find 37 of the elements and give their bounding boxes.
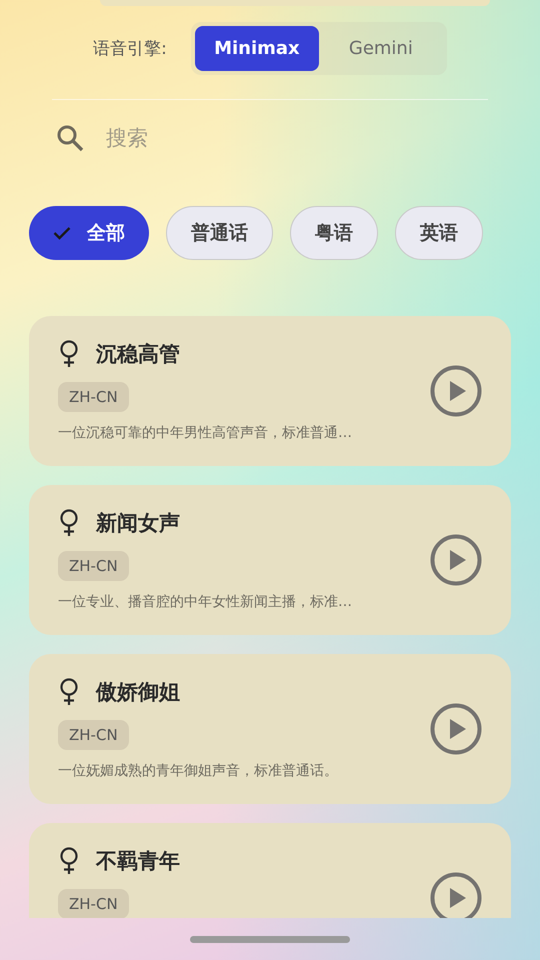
- engine-label: 语音引擎:: [93, 38, 167, 60]
- filter-chip[interactable]: 普通话: [166, 206, 273, 260]
- voice-name: 不羁青年: [96, 848, 180, 875]
- play-button[interactable]: [429, 533, 483, 587]
- filter-chip[interactable]: 全部: [29, 206, 149, 260]
- language-tag: ZH-CN: [58, 720, 129, 750]
- voice-card[interactable]: 新闻女声 ZH-CN 一位专业、播音腔的中年女性新闻主播，标准…: [29, 485, 511, 635]
- play-button[interactable]: [429, 871, 483, 918]
- voice-name: 傲娇御姐: [96, 679, 180, 706]
- play-icon: [429, 364, 483, 418]
- voice-description: 一位专业、播音腔的中年女性新闻主播，标准…: [58, 593, 352, 611]
- voice-card[interactable]: 傲娇御姐 ZH-CN 一位妩媚成熟的青年御姐声音，标准普通话。: [29, 654, 511, 804]
- voice-description: 一位妩媚成熟的青年御姐声音，标准普通话。: [58, 762, 338, 780]
- voice-name: 沉稳高管: [96, 341, 180, 368]
- engine-option[interactable]: Minimax: [194, 26, 319, 71]
- female-icon: [58, 509, 80, 537]
- language-tag: ZH-CN: [58, 551, 129, 581]
- search-field[interactable]: 搜索: [104, 125, 408, 151]
- engine-option[interactable]: Gemini: [318, 26, 443, 71]
- language-tag: ZH-CN: [58, 889, 129, 918]
- voice-card[interactable]: 沉稳高管 ZH-CN 一位沉稳可靠的中年男性高管声音，标准普通…: [29, 316, 511, 466]
- play-button[interactable]: [429, 702, 483, 756]
- play-button[interactable]: [429, 364, 483, 418]
- female-icon: [58, 340, 80, 368]
- female-icon: [58, 678, 80, 706]
- play-icon: [429, 702, 483, 756]
- play-icon: [429, 533, 483, 587]
- check-icon: [53, 226, 71, 240]
- filter-chip[interactable]: 英语: [395, 206, 483, 260]
- play-icon: [429, 871, 483, 918]
- voice-description: 一位沉稳可靠的中年男性高管声音，标准普通…: [58, 424, 352, 442]
- female-icon: [58, 847, 80, 875]
- voice-name: 新闻女声: [96, 510, 180, 537]
- voice-card[interactable]: 不羁青年 ZH-CN: [29, 823, 511, 918]
- filter-chip[interactable]: 粤语: [290, 206, 378, 260]
- search-icon: [56, 124, 84, 152]
- language-tag: ZH-CN: [58, 382, 129, 412]
